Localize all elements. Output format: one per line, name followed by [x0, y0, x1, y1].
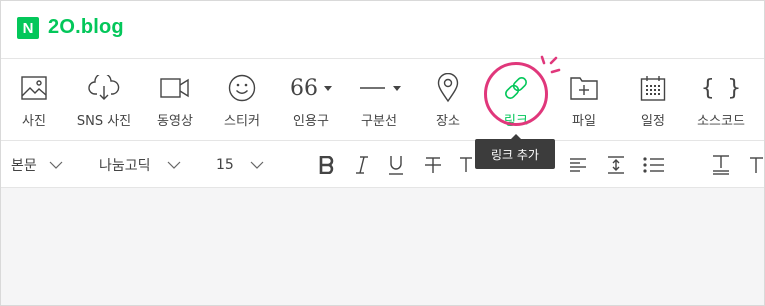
file-button[interactable]: 파일	[558, 59, 610, 141]
photo-label: 사진	[22, 114, 46, 129]
font-size-value: 15	[216, 157, 234, 173]
quote-button[interactable]: 66 인용구	[285, 59, 337, 141]
strikethrough-button[interactable]	[424, 142, 442, 188]
source-code-button[interactable]: { } 소스코드	[689, 59, 753, 141]
map-pin-icon	[437, 73, 459, 103]
link-tooltip: 링크 추가	[475, 134, 555, 169]
video-icon	[160, 73, 190, 103]
cloud-download-icon	[88, 73, 120, 103]
insert-toolbar: 사진 SNS 사진 동영상 스티커 66 인용구 구분선 장소 링크 파일 일정…	[1, 59, 764, 141]
align-left-icon	[570, 158, 586, 172]
list-button[interactable]	[643, 142, 665, 188]
align-left-button[interactable]	[569, 142, 587, 188]
strikethrough-icon	[425, 157, 441, 173]
calendar-icon	[640, 73, 666, 103]
italic-icon	[356, 156, 368, 174]
list-icon	[643, 157, 664, 173]
sticker-button[interactable]: 스티커	[216, 59, 268, 141]
schedule-button[interactable]: 일정	[627, 59, 679, 141]
chevron-down-icon	[167, 161, 180, 169]
subscript-button[interactable]	[712, 142, 730, 188]
editor-window: N 2O.blog 사진 SNS 사진 동영상 스티커 66 인용구 구분선 장…	[0, 0, 765, 306]
editor-body[interactable]	[1, 188, 764, 305]
format-toolbar: 본문 나눔고딕 15	[1, 142, 764, 188]
line-height-button[interactable]	[607, 142, 625, 188]
sticker-label: 스티커	[224, 114, 260, 129]
underline-icon	[389, 156, 403, 175]
bold-button[interactable]	[319, 142, 335, 188]
underline-button[interactable]	[388, 142, 404, 188]
quote-icon: 66	[290, 73, 332, 103]
font-select[interactable]: 나눔고딕	[99, 142, 181, 188]
font-color-icon	[460, 157, 472, 172]
sns-photo-label: SNS 사진	[76, 114, 132, 129]
font-size-select[interactable]: 15	[216, 142, 264, 188]
italic-button[interactable]	[355, 142, 369, 188]
video-label: 동영상	[157, 114, 193, 129]
photo-icon	[21, 73, 47, 103]
file-label: 파일	[572, 114, 596, 129]
paragraph-select[interactable]: 본문	[11, 142, 63, 188]
bold-icon	[319, 156, 334, 174]
chevron-down-icon	[324, 85, 332, 91]
place-button[interactable]: 장소	[423, 59, 473, 141]
text-icon	[750, 157, 763, 173]
folder-add-icon	[570, 73, 598, 103]
place-label: 장소	[436, 114, 460, 129]
source-code-label: 소스코드	[697, 114, 745, 129]
quote-label: 인용구	[293, 114, 329, 129]
divider-button[interactable]: 구분선	[353, 59, 405, 141]
chevron-down-icon	[49, 161, 63, 169]
header: N 2O.blog	[1, 1, 764, 59]
text-more-button[interactable]	[749, 142, 763, 188]
smiley-icon	[228, 73, 256, 103]
blog-name[interactable]: 2O.blog	[48, 16, 124, 39]
font-color-button[interactable]	[459, 142, 473, 188]
paragraph-value: 본문	[11, 158, 37, 174]
video-button[interactable]: 동영상	[149, 59, 201, 141]
code-braces-icon: { }	[701, 75, 741, 101]
font-value: 나눔고딕	[99, 158, 151, 174]
naver-logo-icon: N	[17, 17, 39, 39]
text-style-icon	[713, 155, 729, 175]
photo-button[interactable]: 사진	[7, 59, 61, 141]
divider-label: 구분선	[361, 114, 397, 129]
line-height-icon	[608, 156, 624, 174]
schedule-label: 일정	[641, 114, 665, 129]
divider-icon	[357, 73, 401, 103]
chevron-down-icon	[393, 86, 401, 91]
sparkle-icon	[540, 55, 561, 74]
sns-photo-button[interactable]: SNS 사진	[71, 59, 137, 141]
chevron-down-icon	[250, 161, 264, 169]
